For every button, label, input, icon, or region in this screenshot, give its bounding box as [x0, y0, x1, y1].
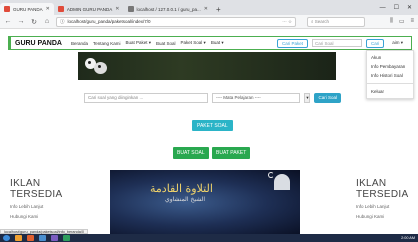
site-search-input[interactable]: Cari Soal: [311, 39, 362, 47]
mata-pelajaran-select[interactable]: ---- Mata Pelajaran ----: [212, 92, 301, 103]
ad-title: IKLAN: [356, 178, 387, 189]
library-icon[interactable]: ⫼: [390, 18, 393, 25]
url-text: localhost/guru_panda/paketsoal/index/7/0: [67, 19, 151, 24]
dropdown-divider: [367, 83, 413, 84]
browser-tab-guru-panda[interactable]: GURU PANDA ✕: [0, 3, 54, 15]
tab-label: ADMIN GURU PANDA: [66, 6, 113, 12]
close-tab-icon[interactable]: ✕: [115, 6, 119, 12]
browser-tab-bar: GURU PANDA ✕ ADMIN GURU PANDA ✕ localhos…: [0, 0, 418, 15]
dropdown-info-pembayaran[interactable]: Info Pembayaran: [367, 62, 413, 71]
firefox-icon[interactable]: [27, 235, 34, 241]
soal-search-row: Cari soal yang diinginkan ... ---- Mata …: [84, 92, 341, 103]
favicon-icon: [57, 6, 64, 12]
clock: 2:00 AM: [401, 236, 415, 240]
favicon-icon: [4, 6, 10, 12]
home-icon[interactable]: ⌂: [43, 18, 51, 25]
close-tab-icon[interactable]: ✕: [204, 6, 208, 12]
user-dropdown: Akun Info Pembayaran Info Histori Soal K…: [366, 50, 414, 99]
ad-left: IKLAN TERSEDIA Info Lebih Lanjut Hubungi…: [10, 178, 72, 220]
ad-contact: Hubungi Kami: [10, 214, 39, 219]
info-icon: ⓘ: [60, 18, 65, 24]
start-button[interactable]: [3, 235, 10, 241]
nav-beranda[interactable]: Beranda: [71, 41, 88, 46]
page-actions-icon[interactable]: ··· ☆: [282, 19, 292, 25]
cari-button[interactable]: Cari: [365, 38, 385, 48]
video-title: التلاوة القادمة: [150, 182, 213, 195]
app-icon[interactable]: [63, 235, 70, 241]
favicon-icon: [127, 6, 134, 12]
hero-banner: [78, 52, 336, 80]
nav-buat-soal[interactable]: Buat Soal: [156, 41, 176, 46]
menu-icon[interactable]: ≡: [410, 18, 414, 25]
nav-right-group: Cari Paket Cari Soal Cari aim ▾: [276, 38, 407, 48]
video-subtitle: الشيخ المنشاوي: [165, 196, 205, 203]
browser-nav-bar: ← → ↻ ⌂ ⓘ localhost/guru_panda/paketsoal…: [0, 15, 418, 29]
panda-image: [81, 54, 109, 78]
nav-buat-paket[interactable]: Buat Paket ▾: [125, 40, 151, 46]
taskbar: 2:00 AM: [0, 234, 418, 242]
cari-soal-button[interactable]: Cari Soal: [314, 92, 341, 103]
ad-contact: Hubungi Kami: [356, 214, 385, 219]
dropdown-info-histori[interactable]: Info Histori Soal: [367, 71, 413, 80]
chrome-icon[interactable]: [39, 235, 46, 241]
ad-title: TERSEDIA: [10, 189, 63, 200]
window-controls: — ☐ ✕: [374, 0, 418, 15]
browser-tab-localhost[interactable]: localhost / 127.0.0.1 / guru_pa... ✕: [124, 3, 213, 15]
app-icon[interactable]: [51, 235, 58, 241]
file-explorer-icon[interactable]: [15, 235, 22, 241]
toolbar-icons: ⫼ ▭ ≡: [390, 18, 414, 25]
user-menu[interactable]: aim ▾: [388, 40, 407, 46]
ad-info: Info Lebih Lanjut: [356, 204, 390, 209]
mosque-dome-icon: [274, 174, 290, 190]
tab-label: GURU PANDA: [13, 6, 43, 12]
nav-buat[interactable]: Buat ▾: [211, 40, 224, 46]
featured-video[interactable]: التلاوة القادمة الشيخ المنشاوي: [110, 170, 300, 235]
search-placeholder: Search: [314, 19, 330, 24]
paket-soal-button[interactable]: PAKET SOAL: [192, 120, 233, 131]
nav-tentang-kami[interactable]: Tentang Kami: [93, 41, 121, 46]
browser-search-input[interactable]: ⌕ Search: [307, 16, 365, 27]
maximize-button[interactable]: ☐: [394, 4, 399, 11]
forward-icon[interactable]: →: [17, 18, 25, 25]
ad-title: IKLAN: [10, 178, 41, 189]
buat-paket-button[interactable]: BUAT PAKET: [212, 147, 251, 159]
reload-icon[interactable]: ↻: [30, 18, 38, 26]
ad-title: TERSEDIA: [356, 189, 409, 200]
nav-paket-soal[interactable]: Paket Soal ▾: [181, 40, 206, 46]
minimize-button[interactable]: —: [380, 5, 386, 11]
ad-right: IKLAN TERSEDIA Info Lebih Lanjut Hubungi…: [356, 178, 418, 220]
new-tab-button[interactable]: +: [212, 3, 225, 15]
sidebar-icon[interactable]: ▭: [399, 18, 405, 25]
crescent-icon: [268, 172, 274, 178]
buat-soal-button[interactable]: BUAT SOAL: [173, 147, 209, 159]
ad-info: Info Lebih Lanjut: [10, 204, 44, 209]
browser-tab-admin[interactable]: ADMIN GURU PANDA ✕: [54, 3, 124, 15]
close-window-button[interactable]: ✕: [407, 4, 412, 11]
site-brand[interactable]: GURU PANDA: [15, 40, 62, 47]
address-bar[interactable]: ⓘ localhost/guru_panda/paketsoal/index/7…: [56, 16, 296, 27]
tab-label: localhost / 127.0.0.1 / guru_pa...: [136, 6, 201, 12]
chevron-down-icon[interactable]: ▼: [304, 92, 311, 103]
dropdown-akun[interactable]: Akun: [367, 53, 413, 62]
soal-search-input[interactable]: Cari soal yang diinginkan ...: [84, 92, 208, 103]
back-icon[interactable]: ←: [4, 18, 12, 25]
close-tab-icon[interactable]: ✕: [46, 6, 50, 12]
site-navbar: GURU PANDA Beranda Tentang Kami Buat Pak…: [8, 36, 412, 50]
cari-paket-button[interactable]: Cari Paket: [276, 38, 308, 48]
dropdown-keluar[interactable]: Keluar: [367, 87, 413, 96]
